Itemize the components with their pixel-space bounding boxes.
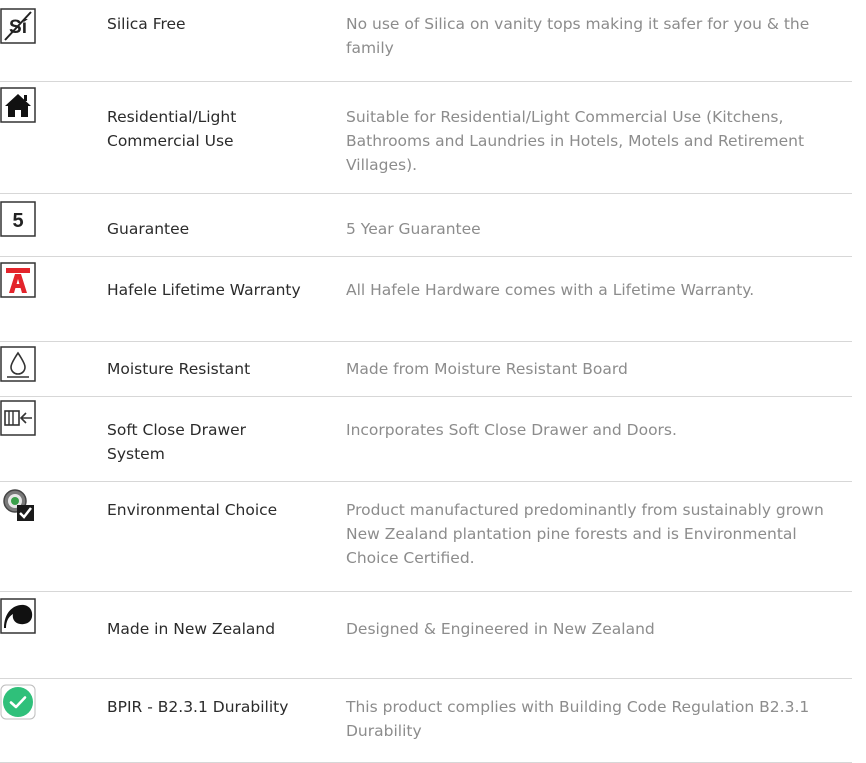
check-circle-icon — [0, 684, 36, 720]
feature-description: This product complies with Building Code… — [346, 698, 810, 740]
row-divider — [0, 341, 852, 342]
row-divider — [0, 591, 852, 592]
new-zealand-icon — [0, 598, 36, 634]
row-divider — [0, 256, 852, 257]
feature-description: Made from Moisture Resistant Board — [346, 360, 628, 378]
feature-description: Product manufactured predominantly from … — [346, 501, 824, 567]
row-divider — [0, 396, 852, 397]
row-divider — [0, 481, 852, 482]
five-year-icon-text: 5 — [12, 210, 23, 232]
five-year-icon: 5 — [0, 201, 36, 237]
feature-description: Suitable for Residential/Light Commercia… — [346, 108, 805, 174]
feature-name: Environmental Choice — [107, 501, 278, 519]
feature-name: BPIR - B2.3.1 Durability — [107, 698, 289, 716]
feature-description: 5 Year Guarantee — [346, 220, 481, 238]
feature-name: Guarantee — [107, 220, 190, 238]
row-divider — [0, 193, 852, 194]
hafele-logo-icon — [0, 262, 36, 298]
feature-description: Incorporates Soft Close Drawer and Doors… — [346, 421, 677, 439]
environmental-choice-icon — [0, 487, 36, 523]
feature-description: No use of Silica on vanity tops making i… — [346, 15, 810, 57]
silica-free-icon: Sí — [0, 8, 36, 44]
feature-name: Silica Free — [107, 15, 186, 33]
feature-name: Made in New Zealand — [107, 620, 276, 638]
feature-description: All Hafele Hardware comes with a Lifetim… — [346, 281, 755, 299]
features-list: Sí Silica Free No use of Silica on vanit… — [0, 0, 866, 763]
feature-description: Designed & Engineered in New Zealand — [346, 620, 655, 638]
row-divider — [0, 81, 852, 82]
feature-name: Hafele Lifetime Warranty — [107, 281, 301, 299]
water-drop-icon — [0, 346, 36, 382]
feature-name: Residential/Light Commercial Use — [107, 108, 237, 150]
house-icon — [0, 87, 36, 123]
row-divider — [0, 678, 852, 679]
soft-close-drawer-icon — [0, 400, 36, 436]
feature-name: Moisture Resistant — [107, 360, 251, 378]
feature-name: Soft Close Drawer System — [107, 421, 247, 463]
svg-text:Sí: Sí — [9, 17, 28, 38]
